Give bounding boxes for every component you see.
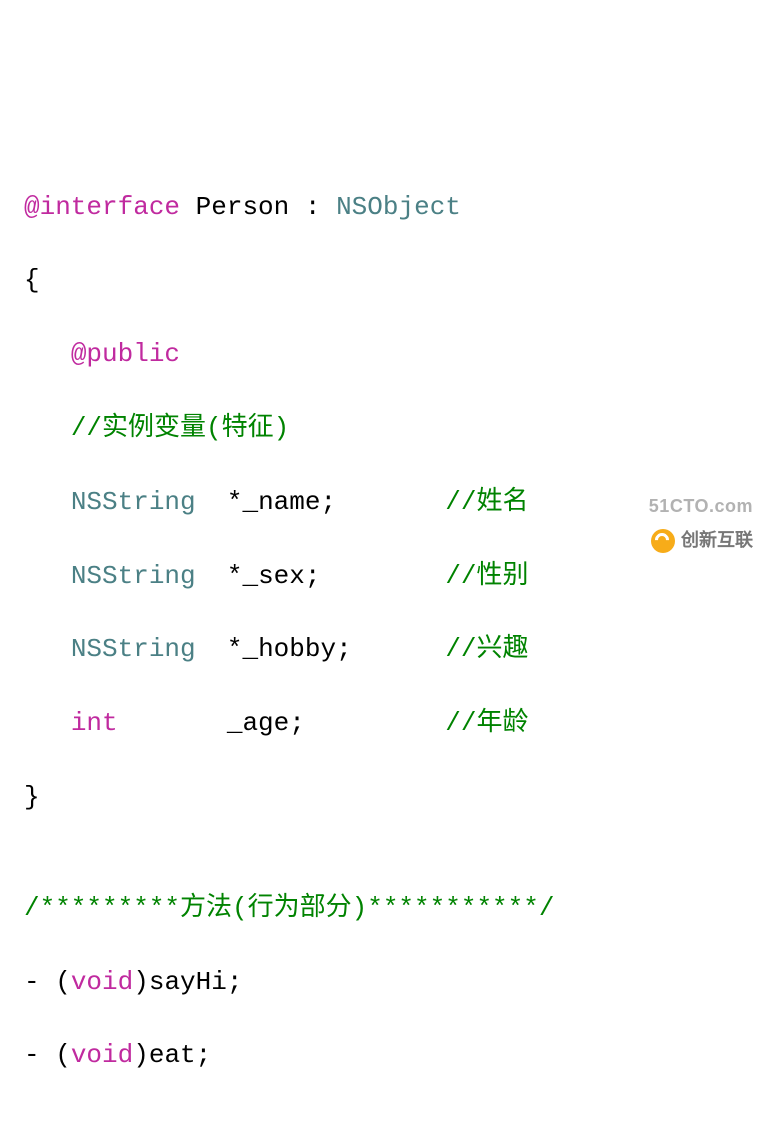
method-decl: )sayHi;: [133, 967, 242, 997]
pad: [320, 561, 445, 591]
indent: [24, 339, 71, 369]
code-line: {: [24, 262, 757, 299]
indent: [24, 561, 71, 591]
gap: [196, 487, 227, 517]
return-type: void: [71, 967, 133, 997]
var-comment: //年龄: [445, 708, 528, 738]
method-dash: - (: [24, 1040, 71, 1070]
var-decl: *_sex;: [227, 561, 321, 591]
open-brace: {: [24, 265, 40, 295]
return-type: void: [71, 1040, 133, 1070]
var-type: NSString: [71, 634, 196, 664]
code-line: NSString *_sex; //性别: [24, 558, 757, 595]
code-line: @interface Person : NSObject: [24, 189, 757, 226]
var-type: NSString: [71, 487, 196, 517]
indent: [24, 487, 71, 517]
methods-comment: /*********方法(行为部分)***********/: [24, 893, 554, 923]
close-brace: }: [24, 782, 40, 812]
code-line: - (void)eat;: [24, 1037, 757, 1074]
code-line: @public: [24, 336, 757, 373]
at-public-keyword: @public: [71, 339, 180, 369]
gap: [196, 634, 227, 664]
var-decl: _age;: [227, 708, 305, 738]
var-comment: //性别: [445, 561, 528, 591]
logo-icon: [651, 529, 675, 553]
comment-ivars: //实例变量(特征): [71, 413, 289, 443]
indent: [24, 413, 71, 443]
code-line: //实例变量(特征): [24, 410, 757, 447]
method-dash: - (: [24, 967, 71, 997]
code-line: }: [24, 779, 757, 816]
at-interface-keyword: @interface: [24, 192, 180, 222]
code-line: NSString *_name; //姓名: [24, 484, 757, 521]
pad: [336, 487, 445, 517]
code-line: int _age; //年龄: [24, 705, 757, 742]
var-decl: *_name;: [227, 487, 336, 517]
code-line: NSString *_hobby; //兴趣: [24, 631, 757, 668]
superclass: NSObject: [336, 192, 461, 222]
var-type: NSString: [71, 561, 196, 591]
indent: [24, 708, 71, 738]
watermark-logo: 创新互联: [651, 528, 753, 554]
code-line: - (void)sayHi;: [24, 964, 757, 1001]
pad: [352, 634, 446, 664]
gap: [118, 708, 227, 738]
class-name: Person: [180, 192, 305, 222]
code-block: @interface Person : NSObject { @public /…: [24, 152, 757, 1140]
var-decl: *_hobby;: [227, 634, 352, 664]
method-decl: )eat;: [133, 1040, 211, 1070]
watermark-51cto: 51CTO.com: [649, 494, 753, 520]
gap: [196, 561, 227, 591]
code-line: /*********方法(行为部分)***********/: [24, 890, 757, 927]
pad: [305, 708, 445, 738]
var-comment: //兴趣: [445, 634, 528, 664]
var-comment: //姓名: [445, 487, 528, 517]
colon: :: [305, 192, 336, 222]
var-type: int: [71, 708, 118, 738]
indent: [24, 634, 71, 664]
watermark-text: 创新互联: [681, 528, 753, 554]
